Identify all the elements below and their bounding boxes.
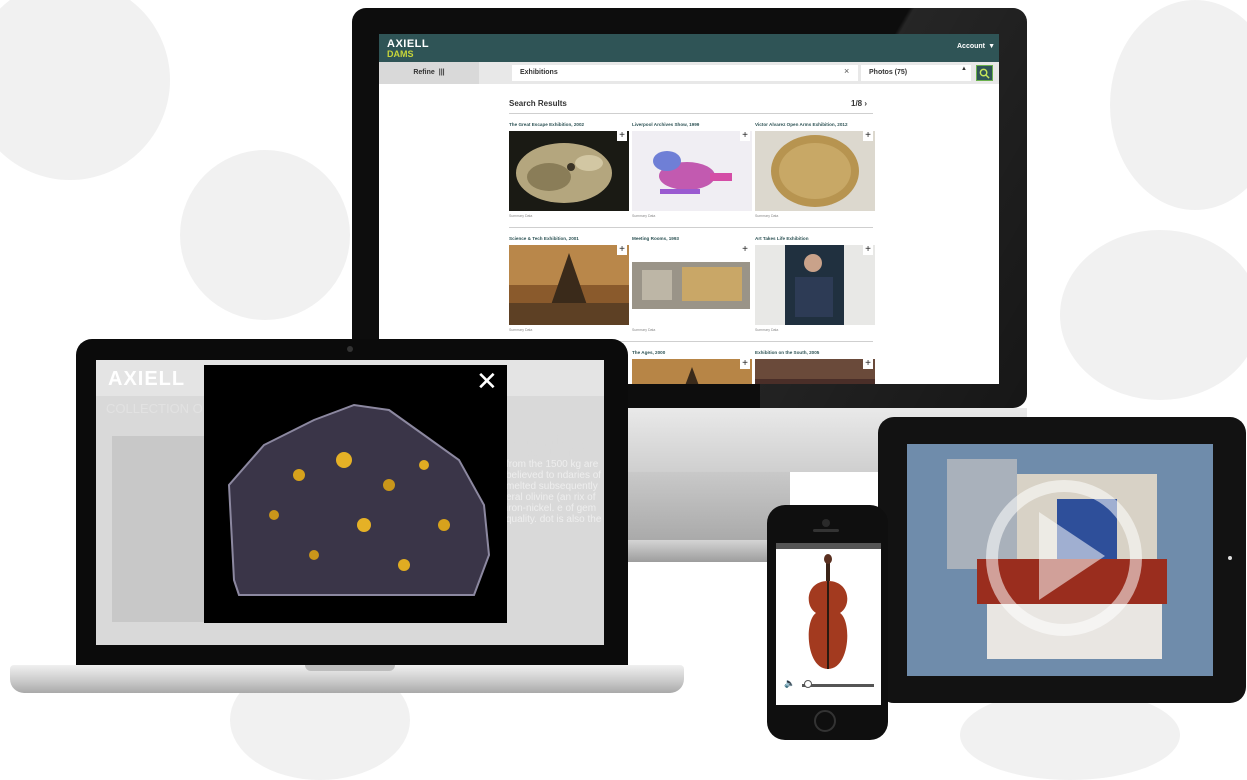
add-to-basket-icon[interactable]: + — [740, 245, 750, 255]
result-thumbnail[interactable] — [509, 131, 629, 211]
refine-label: Refine — [413, 69, 435, 76]
lightbox-image — [204, 365, 507, 623]
chevron-up-icon[interactable]: ▲ — [961, 66, 967, 72]
clear-search-icon[interactable]: × — [844, 66, 849, 76]
home-button[interactable] — [814, 710, 836, 732]
divider — [509, 227, 873, 228]
laptop-screen: AXIELL COLLECTION O found prior to BM 20… — [96, 360, 604, 645]
result-thumbnail[interactable] — [632, 245, 752, 325]
result-thumbnail[interactable] — [755, 359, 875, 384]
result-summary: Summary Data — [632, 328, 656, 332]
audio-player: 🔈 — [776, 543, 881, 705]
laptop-notch — [305, 665, 395, 671]
result-title[interactable]: Liverpool Archives Show, 1999 — [632, 122, 757, 127]
desktop-screen: AXIELL DAMS Account ▼ Refine ||| Exhibiti… — [379, 34, 999, 384]
background-decoration — [960, 690, 1180, 780]
volume-slider[interactable] — [802, 684, 874, 687]
close-icon[interactable]: ✕ — [476, 368, 498, 394]
app-header: AXIELL DAMS Account ▼ — [379, 34, 999, 62]
result-title[interactable]: Art Takes Life Exhibition — [755, 236, 880, 241]
search-input[interactable]: Exhibitions — [512, 65, 858, 81]
description-heading: found prior to BM 2001, M16 — [506, 433, 585, 459]
status-bar — [776, 543, 881, 549]
pagination[interactable]: 1/8 › — [851, 99, 867, 108]
violin-image — [808, 554, 848, 669]
phone-speaker — [813, 529, 839, 532]
result-thumbnail[interactable] — [509, 245, 629, 325]
monitor-stand — [600, 472, 790, 542]
add-to-basket-icon[interactable]: + — [863, 359, 873, 369]
volume-slider-thumb[interactable] — [804, 680, 812, 688]
phone-camera — [822, 519, 830, 527]
result-thumbnail[interactable] — [755, 131, 875, 211]
background-decoration — [0, 0, 170, 180]
background-decoration — [180, 150, 350, 320]
chevron-down-icon[interactable]: ▼ — [988, 43, 995, 50]
brand-sub-logo: DAMS — [387, 49, 414, 59]
add-to-basket-icon[interactable]: + — [863, 245, 873, 255]
object-description: found prior to BM 2001, M16 from the 150… — [506, 433, 602, 525]
add-to-basket-icon[interactable]: + — [617, 131, 627, 141]
media-type-select[interactable]: Photos (75) — [861, 65, 971, 81]
background-decoration — [1060, 230, 1247, 400]
search-button[interactable] — [976, 65, 993, 81]
filter-icon: ||| — [438, 69, 445, 76]
result-summary: Summary Data — [632, 214, 656, 218]
camera-icon — [347, 346, 353, 352]
page-title: COLLECTION O — [106, 401, 203, 416]
result-summary: Summary Data — [509, 328, 533, 332]
divider — [509, 113, 873, 114]
result-thumbnail[interactable] — [632, 359, 752, 384]
result-title[interactable]: The Great Escape Exhibition, 2002 — [509, 122, 634, 127]
brand-logo[interactable]: AXIELL — [108, 368, 185, 391]
result-summary: Summary Data — [755, 328, 779, 332]
speaker-icon[interactable]: 🔈 — [784, 678, 795, 689]
add-to-basket-icon[interactable]: + — [740, 131, 750, 141]
refine-button[interactable]: Refine ||| — [379, 62, 479, 84]
result-thumbnail[interactable] — [632, 131, 752, 211]
result-thumbnail[interactable] — [755, 245, 875, 325]
background-decoration — [1110, 0, 1247, 210]
result-title[interactable]: The Ages, 2000 — [632, 350, 757, 355]
tablet-camera — [1228, 556, 1232, 560]
results-heading: Search Results — [509, 99, 567, 108]
image-lightbox — [204, 365, 507, 623]
description-text: from the 1500 kg are believed to ndaries… — [506, 459, 602, 525]
result-summary: Summary Data — [509, 214, 533, 218]
account-menu[interactable]: Account — [957, 43, 985, 50]
object-image — [112, 436, 208, 622]
result-title[interactable]: Exhibition on the South, 2005 — [755, 350, 880, 355]
add-to-basket-icon[interactable]: + — [740, 359, 750, 369]
result-title[interactable]: Science & Tech Exhibition, 2001 — [509, 236, 634, 241]
play-icon — [1039, 512, 1105, 600]
search-bar: Refine ||| Exhibitions × Photos (75) ▲ — [379, 62, 999, 84]
result-title[interactable]: Victor Alvarez Open Arms Exhibition, 201… — [755, 122, 880, 127]
add-to-basket-icon[interactable]: + — [863, 131, 873, 141]
magnifier-icon — [979, 68, 990, 79]
result-summary: Summary Data — [755, 214, 779, 218]
add-to-basket-icon[interactable]: + — [617, 245, 627, 255]
result-title[interactable]: Meeting Rooms, 1993 — [632, 236, 757, 241]
